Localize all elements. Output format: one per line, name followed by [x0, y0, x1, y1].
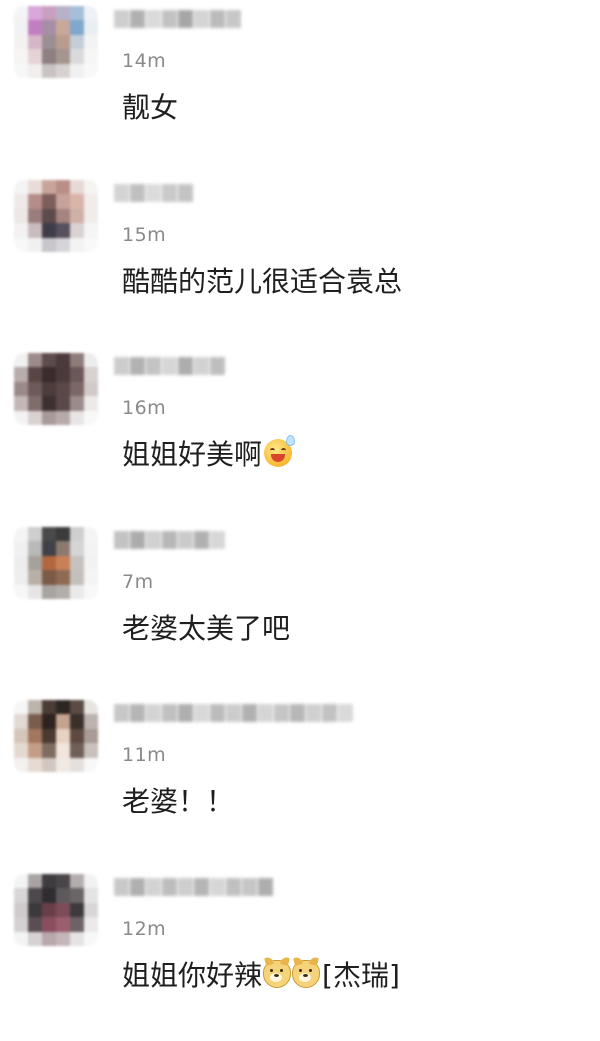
username-blurred[interactable] — [114, 878, 274, 900]
comment-text-content: 老婆！！ — [122, 785, 235, 818]
avatar[interactable] — [14, 700, 98, 772]
comment-time: 14m — [122, 50, 167, 72]
comment-text: 老婆！！ — [122, 780, 234, 820]
comment-text: 靓女 — [122, 86, 178, 126]
comment-time: 15m — [122, 224, 167, 246]
avatar[interactable] — [14, 6, 98, 78]
comment-item[interactable]: 14m 靓女 — [0, 0, 600, 173]
username-blurred[interactable] — [114, 184, 194, 206]
comment-text-content: 姐姐你好辣 — [122, 959, 263, 992]
comment-time: 11m — [122, 744, 167, 766]
comment-text-content: 酷酷的范儿很适合袁总 — [122, 265, 403, 298]
avatar[interactable] — [14, 180, 98, 252]
comment-text-content: 姐姐好美啊 — [122, 438, 263, 471]
comment-text: 老婆太美了吧 — [122, 607, 290, 647]
comment-item[interactable]: 16m 姐姐好美啊 — [0, 347, 600, 520]
username-blurred[interactable] — [114, 10, 242, 32]
username-blurred[interactable] — [114, 704, 354, 726]
comment-item[interactable]: 7m 老婆太美了吧 — [0, 521, 600, 694]
avatar[interactable] — [14, 353, 98, 425]
comment-time: 16m — [122, 397, 167, 419]
comment-text: 姐姐你好辣 [杰瑞] — [122, 954, 400, 994]
avatar[interactable] — [14, 874, 98, 946]
sticker-code-text: [杰瑞] — [322, 959, 400, 992]
doge-emoji-icon — [263, 956, 292, 988]
username-blurred[interactable] — [114, 357, 226, 379]
comment-text-content: 靓女 — [122, 91, 179, 124]
comment-text-content: 老婆太美了吧 — [122, 612, 291, 645]
avatar[interactable] — [14, 527, 98, 599]
comment-item[interactable]: 12m 姐姐你好辣 [杰瑞] — [0, 868, 600, 1041]
comment-text: 酷酷的范儿很适合袁总 — [122, 260, 402, 300]
comment-item[interactable]: 11m 老婆！！ — [0, 694, 600, 867]
comment-item[interactable]: 15m 酷酷的范儿很适合袁总 — [0, 174, 600, 347]
comment-time: 12m — [122, 918, 167, 940]
doge-emoji-icon — [292, 956, 321, 988]
comment-time: 7m — [122, 571, 154, 593]
laughing-sweat-emoji-icon — [264, 435, 296, 467]
username-blurred[interactable] — [114, 531, 226, 553]
comment-text: 姐姐好美啊 — [122, 433, 296, 473]
